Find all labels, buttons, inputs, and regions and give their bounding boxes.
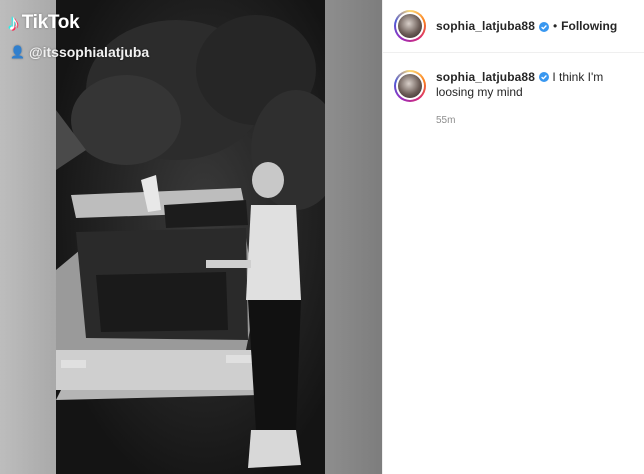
following-button[interactable]: Following — [561, 19, 617, 33]
video-frame-image — [56, 0, 325, 474]
tiktok-wordmark: TikTok — [21, 12, 80, 33]
avatar[interactable] — [394, 10, 426, 42]
verified-badge-icon — [538, 22, 549, 32]
media-letterbox-left — [0, 0, 56, 474]
post-header: sophia_latjuba88 • Following — [383, 0, 644, 53]
caption-verified-badge-icon — [538, 72, 549, 82]
post-media[interactable]: ♪ TikTok 👤 @itssophialatjuba — [0, 0, 382, 474]
caption-text-block: sophia_latjuba88 I think I'm loosing my … — [436, 70, 616, 102]
avatar-photo — [398, 14, 422, 38]
tiktok-handle-text: @itssophialatjuba — [28, 44, 150, 60]
tiktok-watermark: ♪ TikTok — [8, 10, 80, 36]
video-player[interactable] — [56, 0, 325, 474]
caption-comment: sophia_latjuba88 I think I'm loosing my … — [383, 53, 644, 102]
caption-avatar-ring-inner — [396, 72, 424, 100]
user-icon: 👤 — [10, 45, 25, 59]
caption-username-link[interactable]: sophia_latjuba88 — [436, 70, 535, 84]
tiktok-handle-watermark: 👤 @itssophialatjuba — [10, 44, 149, 60]
caption-avatar[interactable] — [394, 70, 426, 102]
avatar-ring-inner — [396, 12, 424, 40]
tiktok-note-icon: ♪ — [8, 10, 19, 35]
post-info-panel: sophia_latjuba88 • Following sophia_latj… — [382, 0, 644, 474]
header-separator: • — [552, 19, 558, 33]
media-letterbox-right — [325, 0, 382, 474]
header-username-link[interactable]: sophia_latjuba88 — [436, 19, 535, 33]
post-timestamp[interactable]: 55m — [436, 115, 644, 126]
caption-avatar-photo — [398, 74, 422, 98]
